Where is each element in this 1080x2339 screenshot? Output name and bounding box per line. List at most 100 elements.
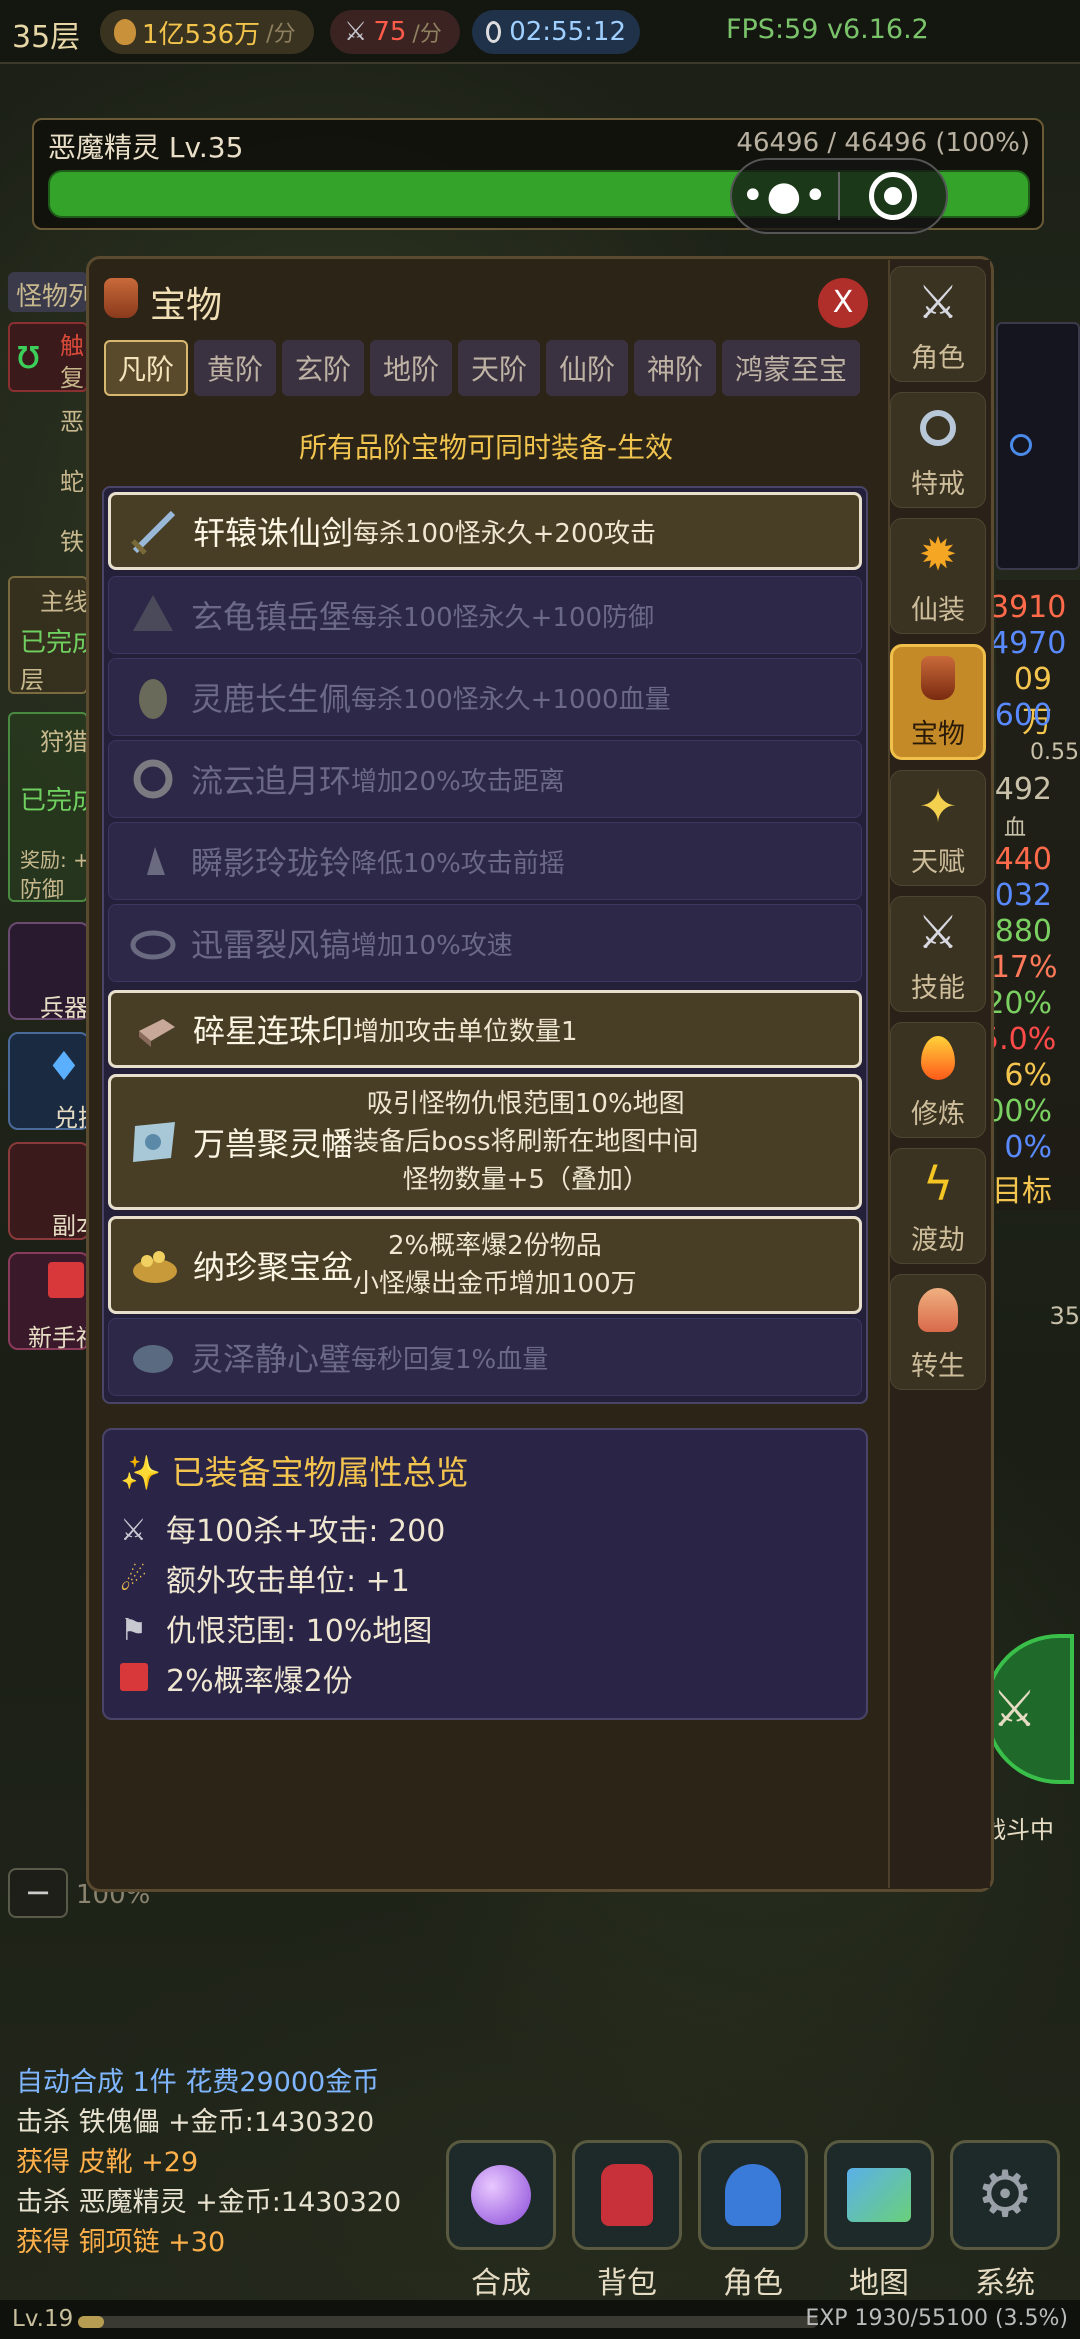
monster-side-2: 复 <box>60 364 84 392</box>
synthesize-button[interactable] <box>446 2140 556 2250</box>
side-nav-special-ring[interactable]: 特戒 <box>890 392 986 508</box>
side-nav-rebirth[interactable]: 转生 <box>890 1274 986 1390</box>
battle-sword-icon: ⚔ <box>992 1680 1037 1738</box>
quest-hunt-defense: 防御 <box>20 878 65 903</box>
treasure-name: 轩辕诛仙剑 <box>193 514 354 552</box>
treasure-desc: 每杀100怪永久+100防御 <box>351 602 655 633</box>
stat-4: 600 <box>994 698 1052 733</box>
treasure-desc: 每秒回复1%血量 <box>351 1344 549 1375</box>
tab-xuan[interactable]: 玄阶 <box>282 340 364 396</box>
backpack-button[interactable] <box>572 2140 682 2250</box>
log-line: 击杀 铁傀儡 +金币:1430320 <box>16 2107 375 2138</box>
zoom-out-label: − <box>24 1873 52 1911</box>
side-nav-immortal-gear[interactable]: ✹ 仙装 <box>890 518 986 634</box>
close-miniprogram-icon[interactable] <box>840 172 946 220</box>
comet-icon: ☄ <box>120 1563 147 1598</box>
treasure-item[interactable]: 灵泽静心璧 每秒回复1%血量 <box>108 1318 862 1396</box>
gift-icon <box>120 1663 154 1693</box>
treasure-desc-line: 吸引怪物仇恨范围10%地图 <box>366 1089 685 1119</box>
side-nav-character[interactable]: ⚔ 角色 <box>890 266 986 382</box>
treasure-desc: 增加20%攻击距离 <box>351 766 565 797</box>
money-bag-icon <box>114 19 136 45</box>
jade-disc-icon <box>125 1333 181 1381</box>
side-nav-skills[interactable]: ⚔ 技能 <box>890 896 986 1012</box>
summary-row: 2%概率爆2份 <box>120 1656 353 1700</box>
stat-small-2: 35 <box>1049 1302 1080 1330</box>
tab-hongmeng[interactable]: 鸿蒙至宝 <box>722 340 860 396</box>
synthesize-label: 合成 <box>471 2266 531 2301</box>
treasure-item[interactable]: 万兽聚灵幡 吸引怪物仇恨范围10%地图 装备后boss将刷新在地图中间 怪物数量… <box>108 1074 862 1210</box>
treasure-item[interactable]: 迅雷裂风镐 增加10%攻速 <box>108 904 862 982</box>
gold-rate: 1亿536万 <box>142 19 261 50</box>
treasure-item[interactable]: 轩辕诛仙剑 每杀100怪永久+200攻击 <box>108 492 862 570</box>
character-button[interactable] <box>698 2140 808 2250</box>
tab-shen[interactable]: 神阶 <box>634 340 716 396</box>
treasure-desc: 每杀100怪永久+1000血量 <box>351 684 671 715</box>
treasure-item[interactable]: 玄龟镇岳堡 每杀100怪永久+100防御 <box>108 576 862 654</box>
timer-pill: 02:55:12 <box>472 10 640 54</box>
tab-fan[interactable]: 凡阶 <box>104 340 188 396</box>
treasure-name: 迅雷裂风镐 <box>191 926 352 964</box>
crossed-swords-icon: ⚔ <box>344 17 368 47</box>
system-button[interactable]: ⚙ <box>950 2140 1060 2250</box>
meditation-icon <box>910 1282 966 1338</box>
bangle-icon <box>125 919 181 967</box>
treasure-name: 纳珍聚宝盆 <box>193 1248 354 1286</box>
stat-2: 4970 <box>990 626 1067 661</box>
quest-hunt-label: 狩猎 <box>40 728 88 756</box>
treasure-item[interactable]: 灵鹿长生佩 每杀100怪永久+1000血量 <box>108 658 862 736</box>
more-icon[interactable]: •●• <box>732 173 838 219</box>
treasure-name: 万兽聚灵幡 <box>193 1125 354 1163</box>
timer: 02:55:12 <box>509 17 626 47</box>
treasure-name: 玄龟镇岳堡 <box>191 598 352 636</box>
summary-attack: 每100杀+攻击: 200 <box>166 1514 446 1549</box>
fortress-icon <box>125 591 181 639</box>
treasure-desc-line: 装备后boss将刷新在地图中间 <box>353 1127 699 1157</box>
flag-icon: ⚑ <box>120 1613 147 1648</box>
banner-icon <box>127 1118 183 1166</box>
seal-icon <box>127 1005 183 1053</box>
backpack-icon <box>601 2164 653 2226</box>
sparkles-icon: ✦ <box>918 779 958 833</box>
tab-xian[interactable]: 仙阶 <box>546 340 628 396</box>
treasure-desc: 每杀100怪永久+200攻击 <box>353 518 657 549</box>
person-icon <box>725 2164 781 2226</box>
stat-1: 3910 <box>990 590 1067 625</box>
log-line: 自动合成 1件 花费29000金币 <box>16 2067 380 2098</box>
side-nav-cultivate[interactable]: 修炼 <box>890 1022 986 1138</box>
treasure-name: 流云追月环 <box>191 762 352 800</box>
tab-di[interactable]: 地阶 <box>370 340 452 396</box>
vase-icon <box>910 650 966 706</box>
side-nav-talent[interactable]: ✦ 天赋 <box>890 770 986 886</box>
log-line: 获得 皮靴 +29 <box>16 2147 199 2178</box>
exp-bar-track <box>78 2316 818 2328</box>
summary-title: 已装备宝物属性总览 <box>171 1453 469 1492</box>
side-nav-tribulation[interactable]: ϟ 渡劫 <box>890 1148 986 1264</box>
map-button[interactable] <box>824 2140 934 2250</box>
close-button[interactable]: X <box>818 278 868 328</box>
sparkles-icon: ✨ <box>120 1453 162 1492</box>
treasure-item[interactable]: 流云追月环 增加20%攻击距离 <box>108 740 862 818</box>
side-nav-treasure[interactable]: 宝物 <box>890 644 986 760</box>
treasure-desc-line: 怪物数量+5（叠加） <box>402 1165 649 1195</box>
monster-side-1: 触 <box>60 332 84 360</box>
character-label: 角色 <box>723 2266 783 2301</box>
treasure-desc: 增加攻击单位数量1 <box>353 1016 578 1047</box>
treasure-item[interactable]: 碎星连珠印 增加攻击单位数量1 <box>108 990 862 1068</box>
treasure-desc: 增加10%攻速 <box>351 930 513 961</box>
vase-icon <box>104 278 138 318</box>
log-line: 击杀 恶魔精灵 +金币:1430320 <box>16 2187 402 2218</box>
stat-9: 880 <box>994 914 1052 949</box>
crystal-ball-icon <box>471 2165 531 2225</box>
gold-rate-pill: 1亿536万 /分 <box>100 10 314 54</box>
tab-tian[interactable]: 天阶 <box>458 340 540 396</box>
zoom-out-button[interactable]: − <box>8 1868 68 1918</box>
crossed-swords-icon: ⚔ <box>917 275 959 329</box>
treasure-desc-lines: 吸引怪物仇恨范围10%地图 装备后boss将刷新在地图中间 怪物数量+5（叠加） <box>353 1085 699 1199</box>
treasure-item[interactable]: 瞬影玲珑铃 降低10%攻击前摇 <box>108 822 862 900</box>
stat-small-1: 0.55 <box>1030 740 1079 765</box>
sun-icon: ✹ <box>918 527 958 581</box>
tab-huang[interactable]: 黄阶 <box>194 340 276 396</box>
treasure-desc-line: 2%概率爆2份物品 <box>387 1231 602 1261</box>
treasure-item[interactable]: 纳珍聚宝盆 2%概率爆2份物品 小怪爆出金币增加100万 <box>108 1216 862 1314</box>
